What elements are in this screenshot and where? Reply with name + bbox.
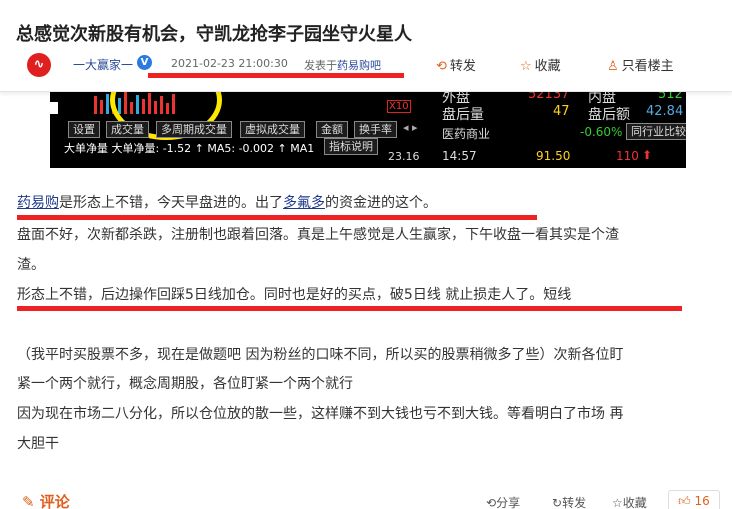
tab-multi-period-volume: 多周期成交量 <box>156 121 232 138</box>
tick-time: 14:57 <box>442 149 477 163</box>
tab-virtual-volume: 虚拟成交量 <box>240 121 305 138</box>
avatar[interactable]: ∿ <box>27 53 51 77</box>
industry-compare: 同行业比较 <box>626 123 686 140</box>
x10-label: X10 <box>387 100 411 113</box>
bar-link[interactable]: 药易购吧 <box>337 59 381 72</box>
red-underline-1 <box>17 215 537 220</box>
post-header: 总感觉次新股有机会，守凯龙抢李子园坐守火星人 ∿ 一大赢家一 V 2021-02… <box>0 0 732 92</box>
forward-icon: ↻ <box>552 496 563 509</box>
paragraph-4-line-2: 紧一个两个就行，概念周期股，各位盯紧一个两个就行 <box>17 376 353 392</box>
paragraph-2-line-2: 渣。 <box>17 257 45 273</box>
indicator-line: 大单净量 大单净量: -1.52 ↑ MA5: -0.002 ↑ MA1 <box>64 142 315 155</box>
footer-share-button[interactable]: ⟲分享 <box>486 494 520 509</box>
post-date: 2021-02-23 21:00:30 <box>171 57 288 70</box>
footer-forward-button[interactable]: ↻转发 <box>552 494 586 509</box>
thumb-up-icon: 👍︎ <box>678 494 695 508</box>
posted-in: 发表于药易购吧 <box>304 57 381 73</box>
footer-favorite-button[interactable]: ☆收藏 <box>612 494 647 509</box>
red-underline-meta <box>148 73 404 78</box>
star-icon: ☆ <box>612 496 623 509</box>
up-arrow-icon: ⬆ <box>642 148 653 162</box>
tick-price: 91.50 <box>536 149 571 163</box>
tab-arrows: ◂ ▸ <box>403 121 418 134</box>
author-only-button[interactable]: ♙ 只看楼主 <box>607 55 674 74</box>
industry-pct: -0.60% <box>580 125 623 139</box>
share-icon: ⟲ <box>436 59 447 74</box>
industry-label: 医药商业 <box>442 127 491 141</box>
inner-value: 512 <box>658 92 683 102</box>
tab-amount: 金额 <box>316 121 348 138</box>
red-underline-2 <box>17 306 682 311</box>
stock-chart-image: X10 设置 成交量 多周期成交量 虚拟成交量 金额 换手率 ◂ ▸ 大单净量 … <box>50 92 686 168</box>
after-volume-value: 47 <box>553 104 570 119</box>
paragraph-5-line-2: 大胆干 <box>17 436 59 452</box>
price-level: 23.16 <box>388 150 420 163</box>
share-button[interactable]: ⟲ 转发 <box>436 55 476 74</box>
indicator-help: 指标说明 <box>324 138 378 155</box>
post-footer: ✎ 评论 ⟲分享 ↻转发 ☆收藏 👍︎ 16 <box>0 490 732 509</box>
after-amount-label: 盘后额 <box>588 107 630 123</box>
verified-icon: V <box>137 55 152 70</box>
paragraph-2-line-1: 盘面不好，次新都杀跌，注册制也跟着回落。真是上午感觉是人生赢家，下午收盘一看其实… <box>17 227 619 243</box>
author-link[interactable]: 一大赢家一 <box>73 56 133 73</box>
tick-volume: 110 <box>616 149 639 163</box>
pen-icon: ✎ <box>22 493 40 509</box>
like-button[interactable]: 👍︎ 16 <box>668 490 720 509</box>
comment-button[interactable]: ✎ 评论 <box>22 491 70 509</box>
share-icon: ⟲ <box>486 496 497 509</box>
tab-settings: 设置 <box>68 121 100 138</box>
star-icon: ☆ <box>520 59 532 74</box>
stock-link-duofuduo[interactable]: 多氟多 <box>283 195 325 211</box>
posted-in-prefix: 发表于 <box>304 59 337 72</box>
person-icon: ♙ <box>607 59 619 74</box>
stock-link-yiyigou[interactable]: 药易购 <box>17 195 59 211</box>
outer-value: 52137 <box>528 92 570 102</box>
favorite-button[interactable]: ☆ 收藏 <box>520 55 561 74</box>
paragraph-4-line-1: （我平时买股票不多，现在是做题吧 因为粉丝的口味不同，所以买的股票稍微多了些）次… <box>17 347 624 363</box>
after-amount-value: 42.84 <box>646 104 684 119</box>
paragraph-5-line-1: 因为现在市场二八分化，所以仓位放的散一些，这样赚不到大钱也亏不到大钱。等看明白了… <box>17 406 624 422</box>
tab-turnover: 换手率 <box>354 121 397 138</box>
paragraph-1: 药易购是形态上不错，今天早盘进的。出了多氟多的资金进的这个。 <box>17 195 437 211</box>
paragraph-3: 形态上不错，后边操作回踩5日线加仓。同时也是好的买点，破5日线 就止损走人了。短… <box>17 287 572 303</box>
tab-volume: 成交量 <box>106 121 149 138</box>
post-title: 总感觉次新股有机会，守凯龙抢李子园坐守火星人 <box>16 24 412 45</box>
after-volume-label: 盘后量 <box>442 107 484 123</box>
